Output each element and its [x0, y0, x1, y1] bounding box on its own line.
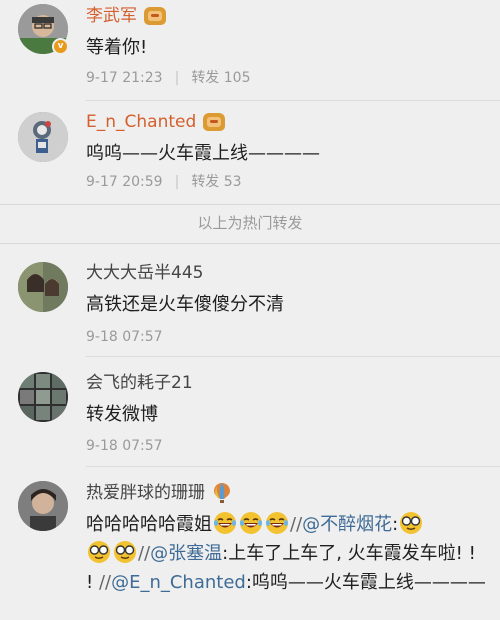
repost-meta: 9-18 07:57 — [86, 327, 163, 347]
avatar-image — [18, 481, 68, 531]
username[interactable]: 热爱胖球的珊珊 — [86, 481, 205, 505]
repost-text-part: : — [392, 514, 399, 535]
repost-date: 9-17 — [86, 70, 118, 86]
meta-divider: | — [174, 174, 180, 190]
avatar[interactable] — [18, 372, 68, 422]
divider-line — [86, 466, 500, 467]
name-line: 热爱胖球的珊珊 — [86, 481, 231, 505]
hot-reposts-label: 以上为热门转发 — [197, 214, 303, 232]
repost-date: 9-18 — [86, 438, 118, 454]
vip-crown-icon — [144, 7, 166, 25]
repost-text: 高铁还是火车傻傻分不清 — [86, 294, 284, 315]
repost-text-part: :呜呜——火车霞上线———— — [245, 572, 486, 593]
avatar-image — [18, 112, 68, 162]
repost-text: 转发微博 — [86, 404, 158, 425]
mention-link[interactable]: @E_n_Chanted — [111, 572, 246, 593]
repost-date: 9-18 — [86, 329, 118, 345]
repost-text: 呜呜——火车霞上线———— — [86, 143, 320, 164]
mention-link[interactable]: @张塞温 — [150, 543, 222, 564]
username[interactable]: 大大大岳半445 — [86, 261, 203, 285]
repost-meta: 9-17 21:23 | 转发 105 — [86, 68, 251, 88]
repost-time: 20:59 — [122, 174, 163, 190]
laughing-crying-emoji-icon — [213, 511, 237, 535]
avatar[interactable] — [18, 262, 68, 312]
repost-count[interactable]: 53 — [224, 172, 242, 192]
sunglasses-emoji-icon — [87, 540, 111, 564]
repost-time: 07:57 — [122, 438, 163, 454]
repost-text: 等着你! — [86, 37, 148, 58]
sunglasses-emoji-icon — [399, 511, 423, 535]
meta-divider: | — [174, 70, 180, 86]
repost-text: 哈哈哈哈哈霞姐//@不醉烟花://@张塞温:上车了上车了, 火车霞发车啦! ! … — [86, 510, 486, 597]
name-line: 大大大岳半445 — [86, 261, 203, 285]
avatar[interactable] — [18, 481, 68, 531]
name-line: 会飞的耗子21 — [86, 371, 193, 395]
repost-meta: 9-17 20:59 | 转发 53 — [86, 172, 242, 192]
repost-separator: // — [138, 543, 151, 564]
repost-time: 07:57 — [122, 329, 163, 345]
section-divider — [0, 204, 500, 205]
repost-count-label[interactable]: 转发 — [191, 68, 219, 88]
verified-badge-icon: v — [52, 38, 69, 55]
avatar[interactable] — [18, 112, 68, 162]
username[interactable]: 李武军 — [86, 4, 137, 28]
repost-feed: v 李武军 等着你! 9-17 21:23 | 转发 105 E_n_Chant… — [0, 0, 500, 620]
username[interactable]: 会飞的耗子21 — [86, 371, 193, 395]
laughing-crying-emoji-icon — [239, 511, 263, 535]
sunglasses-emoji-icon — [113, 540, 137, 564]
laughing-crying-emoji-icon — [265, 511, 289, 535]
repost-separator: // — [290, 514, 303, 535]
repost-meta: 9-18 07:57 — [86, 436, 163, 456]
repost-text-part: 哈哈哈哈哈霞姐 — [86, 514, 212, 535]
section-divider — [0, 243, 500, 244]
mention-link[interactable]: @不醉烟花 — [302, 514, 392, 535]
divider-line — [86, 356, 500, 357]
hot-air-balloon-icon — [213, 482, 231, 504]
repost-separator: // — [98, 572, 112, 593]
vip-crown-icon — [203, 113, 226, 131]
avatar-image — [18, 372, 68, 422]
repost-time: 21:23 — [122, 70, 163, 86]
repost-count-label[interactable]: 转发 — [191, 172, 219, 192]
repost-date: 9-17 — [86, 174, 118, 190]
name-line: 李武军 — [86, 4, 166, 28]
name-line: E_n_Chanted — [86, 110, 226, 134]
username[interactable]: E_n_Chanted — [86, 110, 196, 134]
avatar-image — [18, 262, 68, 312]
repost-count[interactable]: 105 — [224, 68, 251, 88]
divider-line — [86, 100, 500, 101]
